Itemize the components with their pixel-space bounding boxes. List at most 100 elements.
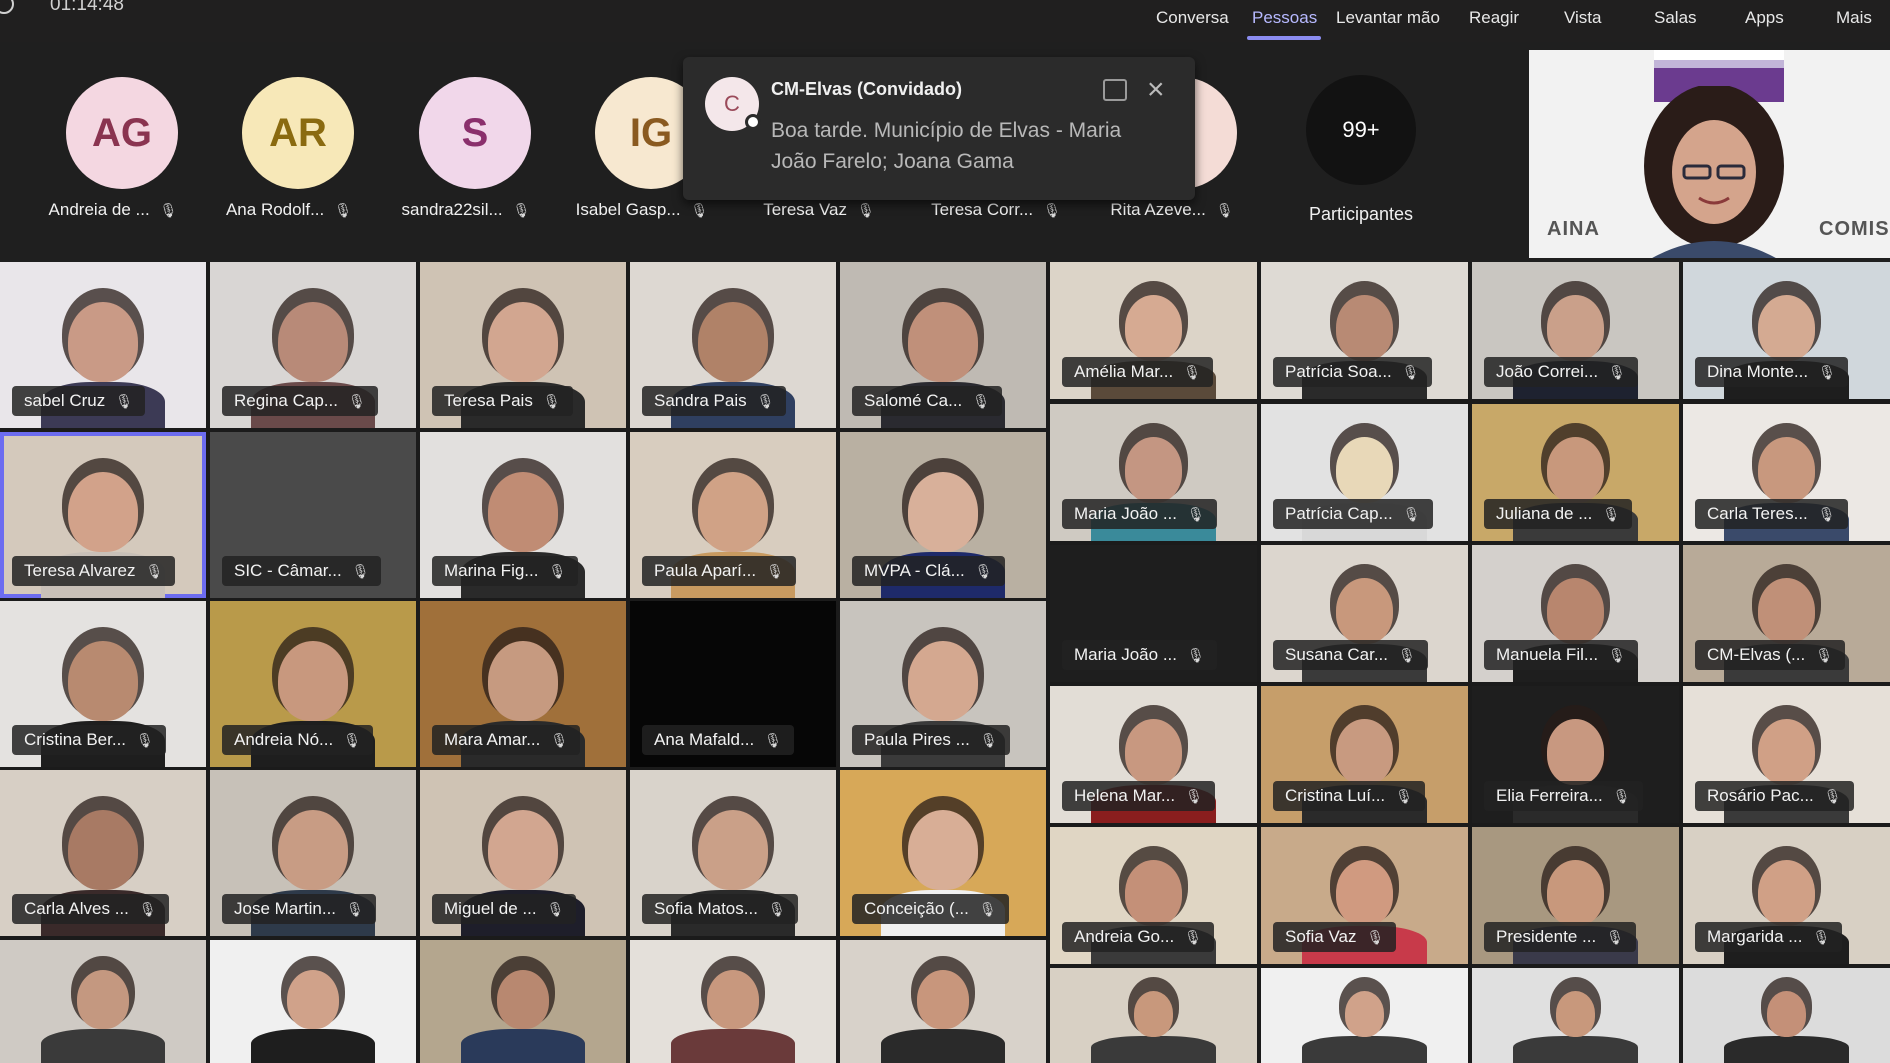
participant-video-tile[interactable]: sabel Cruz 🎙 (0, 262, 206, 428)
participant-video-tile[interactable] (420, 940, 626, 1063)
close-icon[interactable]: × (1147, 73, 1165, 107)
react-button[interactable]: Reagir (1469, 8, 1519, 28)
participant-video-tile[interactable]: Cristina Luí... 🎙 (1261, 686, 1468, 823)
participant-name-tag: Maria João ... 🎙 (1062, 640, 1217, 670)
participant-video-tile[interactable]: Patrícia Soa... 🎙 (1261, 262, 1468, 399)
participant-video-tile[interactable]: Carla Teres... 🎙 (1683, 404, 1890, 541)
participant-face (278, 301, 348, 382)
mic-off-icon: 🎙 (1187, 506, 1205, 522)
participant-video-tile[interactable] (0, 940, 206, 1063)
participant-video-tile[interactable]: Patrícia Cap... 🎙 (1261, 404, 1468, 541)
participant-name-tag: Cristina Ber... 🎙 (12, 725, 166, 755)
participant-face (1546, 436, 1605, 504)
mic-off-icon: 🎙 (546, 901, 565, 917)
participant-avatar-slot[interactable]: AG Andreia de ... 🎙 (24, 42, 202, 262)
participant-video-tile[interactable] (1683, 968, 1890, 1063)
participant-video-tile[interactable] (840, 940, 1046, 1063)
participant-video-tile[interactable]: Maria João ... 🎙 (1050, 404, 1257, 541)
participant-video-tile[interactable]: Sandra Pais 🎙 (630, 262, 836, 428)
participant-name-tag: Patrícia Soa... 🎙 (1273, 357, 1432, 387)
mic-off-icon: 🎙 (1401, 364, 1420, 380)
participant-video-tile[interactable]: Susana Car... 🎙 (1261, 545, 1468, 682)
participant-name-tag: Maria João ... 🎙 (1062, 499, 1217, 529)
apps-button[interactable]: Apps (1745, 8, 1784, 28)
reply-icon[interactable] (1103, 79, 1127, 101)
participant-video-tile[interactable] (210, 940, 416, 1063)
participant-video-tile[interactable]: Manuela Fil... 🎙 (1472, 545, 1679, 682)
participant-face (1124, 294, 1183, 362)
more-button[interactable]: Mais (1836, 8, 1872, 28)
participant-face (908, 471, 978, 552)
participant-video-tile[interactable]: Regina Cap... 🎙 (210, 262, 416, 428)
participant-face (287, 969, 339, 1029)
chat-notification[interactable]: C CM-Elvas (Convidado) Boa tarde. Municí… (683, 57, 1195, 200)
participant-video-tile[interactable] (1050, 968, 1257, 1063)
participant-name-tag: Ana Mafald... 🎙 (642, 725, 794, 755)
participant-face (1757, 577, 1816, 645)
participant-face (1335, 577, 1394, 645)
participant-face (488, 640, 558, 721)
participant-video-tile[interactable]: Juliana de ... 🎙 (1472, 404, 1679, 541)
participant-name-tag: Margarida ... 🎙 (1695, 922, 1843, 952)
participant-name-tag: Mara Amar... 🎙 (432, 725, 581, 755)
chat-button[interactable]: Conversa (1156, 8, 1229, 28)
participant-name-tag: Rosário Pac... 🎙 (1695, 781, 1854, 811)
mic-off-icon: 🎙 (145, 563, 164, 579)
participant-face (1757, 436, 1816, 504)
participant-video-tile[interactable]: Marina Fig... 🎙 (420, 432, 626, 598)
participant-video-tile[interactable]: Helena Mar... 🎙 (1050, 686, 1257, 823)
participant-video-tile[interactable]: Ana Mafald... 🎙 (630, 601, 836, 767)
participant-video-tile[interactable]: Margarida ... 🎙 (1683, 827, 1890, 964)
participant-video-tile[interactable]: Conceição (... 🎙 (840, 770, 1046, 936)
participant-video-tile[interactable]: Cristina Ber... 🎙 (0, 601, 206, 767)
participant-name-tag: Juliana de ... 🎙 (1484, 499, 1633, 529)
participant-video-tile[interactable] (1472, 968, 1679, 1063)
mic-off-icon: 🎙 (1823, 788, 1842, 804)
participant-video-tile[interactable]: Presidente ... 🎙 (1472, 827, 1679, 964)
people-button[interactable]: Pessoas (1252, 8, 1317, 28)
participant-video-tile[interactable]: Sofia Matos... 🎙 (630, 770, 836, 936)
participant-name-tag: Elia Ferreira... 🎙 (1484, 781, 1643, 811)
participant-video-tile[interactable]: João Correi... 🎙 (1472, 262, 1679, 399)
participant-video-tile[interactable]: MVPA - Clá... 🎙 (840, 432, 1046, 598)
participant-video-tile[interactable]: Carla Alves ... 🎙 (0, 770, 206, 936)
sender-name: CM-Elvas (Convidado) (771, 79, 963, 99)
participant-video-tile[interactable]: Paula Pires ... 🎙 (840, 601, 1046, 767)
mic-off-icon: 🎙 (1815, 647, 1834, 663)
participant-name-tag: Sofia Matos... 🎙 (642, 894, 798, 924)
participant-video-tile[interactable]: Salomé Ca... 🎙 (840, 262, 1046, 428)
participant-video-tile[interactable]: Dina Monte... 🎙 (1683, 262, 1890, 399)
participant-video-tile[interactable]: Rosário Pac... 🎙 (1683, 686, 1890, 823)
participant-video-tile[interactable] (1261, 968, 1468, 1063)
participant-video-tile[interactable]: Jose Martin... 🎙 (210, 770, 416, 936)
mic-off-icon: 🎙 (764, 732, 782, 748)
participant-face (908, 809, 978, 890)
participant-video-tile[interactable]: Maria João ... 🎙 (1050, 545, 1257, 682)
participant-video-tile[interactable]: Teresa Alvarez 🎙 (0, 432, 206, 598)
participant-video-tile[interactable]: Miguel de ... 🎙 (420, 770, 626, 936)
more-participants-label: Participantes (1308, 204, 1414, 224)
rooms-button[interactable]: Salas (1654, 8, 1697, 28)
participant-video-tile[interactable]: Elia Ferreira... 🎙 (1472, 686, 1679, 823)
view-button[interactable]: Vista (1564, 8, 1602, 28)
participant-video-tile[interactable]: Sofia Vaz 🎙 (1261, 827, 1468, 964)
participant-video-tile[interactable]: Paula Aparí... 🎙 (630, 432, 836, 598)
participant-avatar-slot[interactable]: AR Ana Rodolf... 🎙 (200, 42, 378, 262)
participant-video-tile[interactable]: Andreia Nó... 🎙 (210, 601, 416, 767)
participant-video-tile[interactable]: CM-Elvas (... 🎙 (1683, 545, 1890, 682)
mic-off-icon: 🎙 (542, 393, 561, 409)
mic-off-icon: 🎙 (972, 393, 991, 409)
participant-video-tile[interactable]: Amélia Mar... 🎙 (1050, 262, 1257, 399)
participant-face (488, 471, 558, 552)
participant-video-tile[interactable]: Andreia Go... 🎙 (1050, 827, 1257, 964)
active-speaker-video[interactable]: AINA COMISS (1529, 50, 1890, 258)
participant-video-tile[interactable]: Teresa Pais 🎙 (420, 262, 626, 428)
participant-video-tile[interactable]: SIC - Câmar... 🎙 (210, 432, 416, 598)
participant-body (1724, 1036, 1849, 1063)
participant-video-tile[interactable] (630, 940, 836, 1063)
participant-video-tile[interactable]: Mara Amar... 🎙 (420, 601, 626, 767)
participant-name-tag: João Correi... 🎙 (1484, 357, 1638, 387)
more-participants-button[interactable]: 99+ (1306, 75, 1416, 185)
raise-hand-button[interactable]: Levantar mão (1336, 8, 1440, 28)
participant-avatar-slot[interactable]: Ssandra22sil... 🎙 (377, 42, 555, 262)
